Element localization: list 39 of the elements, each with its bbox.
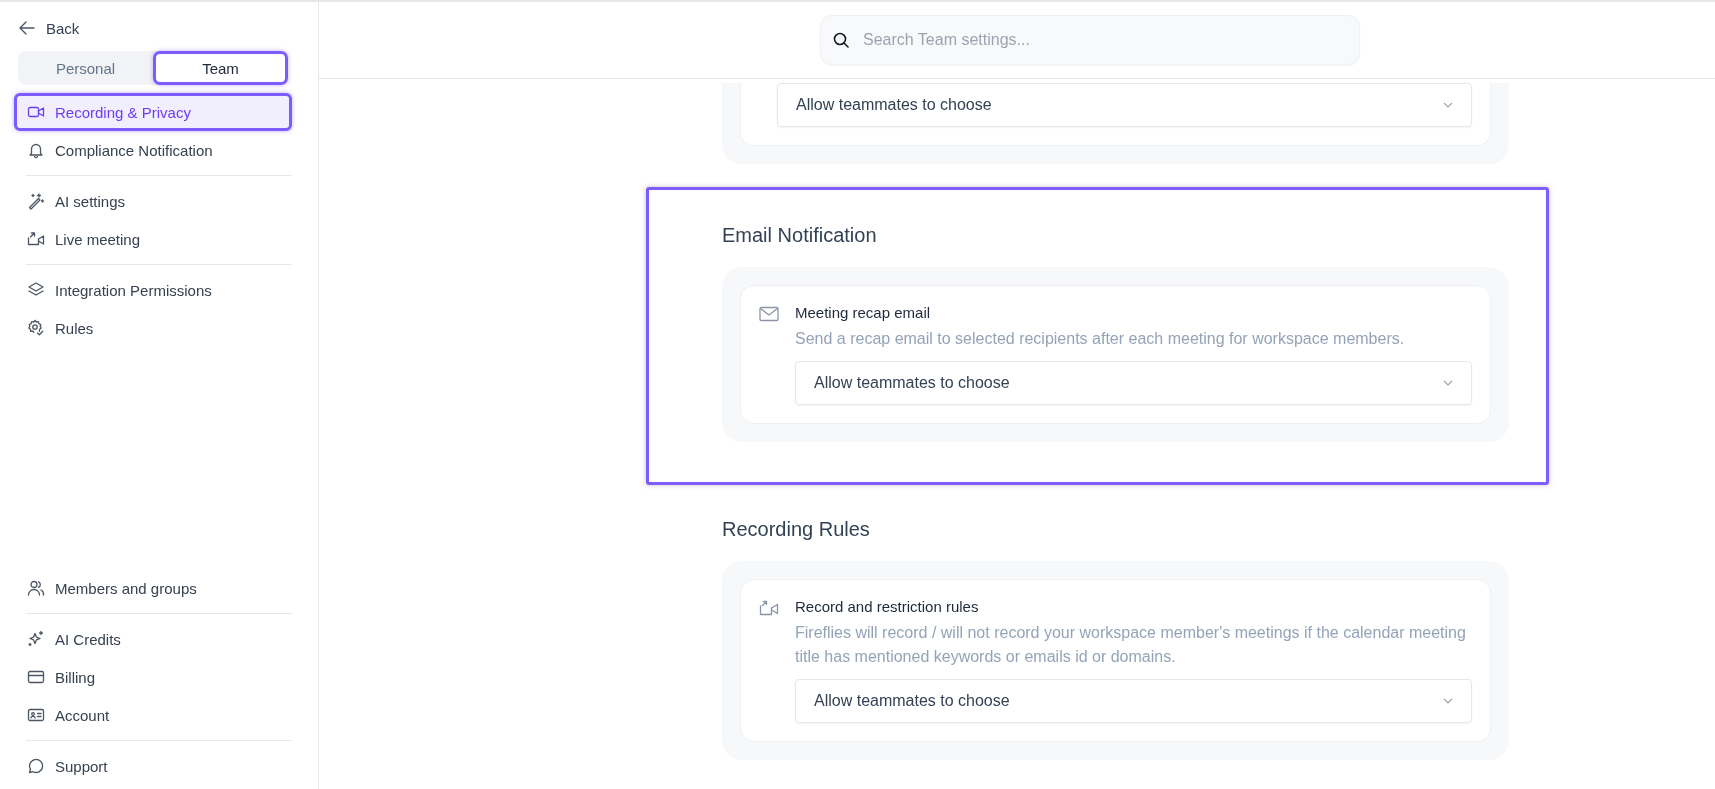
- camera-share-icon: [759, 600, 779, 616]
- sidebar-item[interactable]: Members and groups: [14, 569, 292, 607]
- credit-card-icon: [27, 668, 45, 686]
- setting-title: Record and restriction rules: [795, 598, 980, 615]
- people-icon: [27, 579, 45, 597]
- magic-wand-icon: [27, 192, 45, 210]
- tab[interactable]: Personal: [18, 51, 153, 85]
- sidebar-item[interactable]: AI settings: [14, 182, 292, 220]
- camera-share-icon: [27, 230, 45, 248]
- chat-bubble-icon: [27, 757, 45, 775]
- chevron-down-icon: [1443, 102, 1453, 108]
- setting-description: Fireflies will record / will not record your workspace member's meetings if the calendar meeting title has mentioned keywords or emails id or domains.: [795, 623, 1467, 667]
- sidebar-item[interactable]: Account: [14, 696, 292, 734]
- sidebar-item[interactable]: Compliance Notification: [14, 131, 292, 169]
- sidebar-item[interactable]: Rules: [14, 309, 292, 347]
- search-field[interactable]: Search Team settings...: [820, 15, 1360, 65]
- back-link[interactable]: Back: [14, 15, 292, 41]
- gear-check-icon: [27, 319, 45, 337]
- arrow-left-icon: [18, 19, 36, 37]
- envelope-icon: [759, 306, 779, 322]
- section-heading: Email Notification: [722, 224, 878, 247]
- sidebar-item[interactable]: AI Credits: [14, 620, 292, 658]
- section-heading: Recording Rules: [722, 518, 871, 541]
- tab[interactable]: Team: [153, 51, 288, 85]
- id-card-icon: [27, 706, 45, 724]
- sidebar-item[interactable]: Integration Permissions: [14, 271, 292, 309]
- sidebar-item[interactable]: Support: [14, 747, 292, 785]
- sidebar-item[interactable]: Live meeting: [14, 220, 292, 258]
- dropdown[interactable]: Allow teammates to choose: [795, 679, 1472, 723]
- sparkle-icon: [27, 630, 45, 648]
- setting-title: Meeting recap email: [795, 304, 932, 321]
- bell-icon: [27, 141, 45, 159]
- sidebar-item[interactable]: Recording & Privacy: [14, 93, 292, 131]
- chevron-down-icon: [1443, 698, 1453, 704]
- setting-description: Send a recap email to selected recipients after each meeting for workspace members.: [795, 329, 1406, 349]
- sidebar-item[interactable]: Billing: [14, 658, 292, 696]
- dropdown[interactable]: Allow teammates to choose: [777, 83, 1472, 127]
- chevron-down-icon: [1443, 380, 1453, 386]
- dropdown[interactable]: Allow teammates to choose: [795, 361, 1472, 405]
